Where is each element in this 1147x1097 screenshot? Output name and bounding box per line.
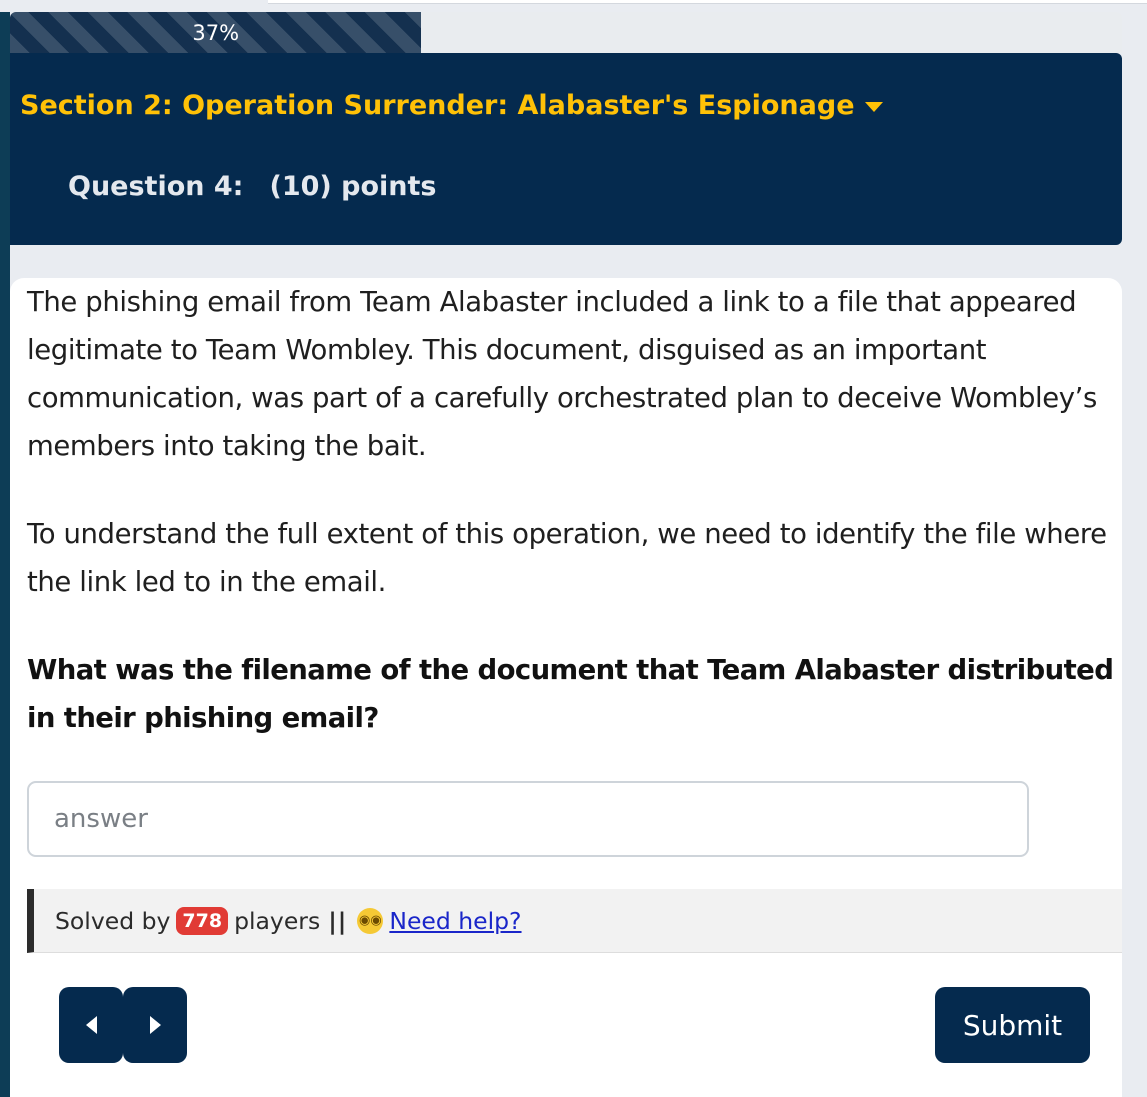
solved-suffix: players: [234, 906, 321, 935]
progress-label: 37%: [192, 20, 240, 45]
solved-count-badge: 778: [176, 906, 229, 935]
solved-prefix: Solved by: [55, 906, 171, 935]
top-strip: [268, 0, 1147, 4]
question-line: Question 4: (10) points: [68, 171, 436, 202]
paragraph-1: The phishing email from Team Alabaster i…: [27, 286, 1097, 462]
left-rail: [0, 12, 10, 1097]
solved-bar: Solved by 778 players || ◉◉ Need help?: [27, 889, 1122, 953]
section-dropdown[interactable]: Section 2: Operation Surrender: Alabaste…: [20, 90, 883, 121]
progress-bar: 37%: [10, 12, 1122, 53]
caret-right-icon: [149, 1016, 161, 1034]
next-question-button[interactable]: [123, 987, 187, 1063]
question-header: Section 2: Operation Surrender: Alabaste…: [10, 53, 1122, 245]
question-card: The phishing email from Team Alabaster i…: [10, 278, 1122, 1097]
caret-left-icon: [85, 1016, 97, 1034]
page: 37% Section 2: Operation Surrender: Alab…: [0, 0, 1147, 1097]
need-help-link[interactable]: Need help?: [389, 907, 521, 935]
section-title: Section 2: Operation Surrender: Alabaste…: [20, 90, 855, 121]
question-prompt: What was the filename of the document th…: [27, 654, 1114, 734]
paragraph-2: To understand the full extent of this op…: [27, 518, 1107, 598]
previous-question-button[interactable]: [59, 987, 123, 1063]
separator: ||: [328, 906, 348, 935]
dizzy-face-icon: ◉◉: [357, 907, 384, 934]
question-points: (10) points: [269, 171, 437, 202]
progress-fill: 37%: [10, 12, 422, 53]
caret-down-icon: [864, 101, 883, 112]
answer-input[interactable]: [27, 781, 1029, 857]
submit-button[interactable]: Submit: [935, 987, 1090, 1063]
question-number: Question 4:: [68, 171, 244, 202]
